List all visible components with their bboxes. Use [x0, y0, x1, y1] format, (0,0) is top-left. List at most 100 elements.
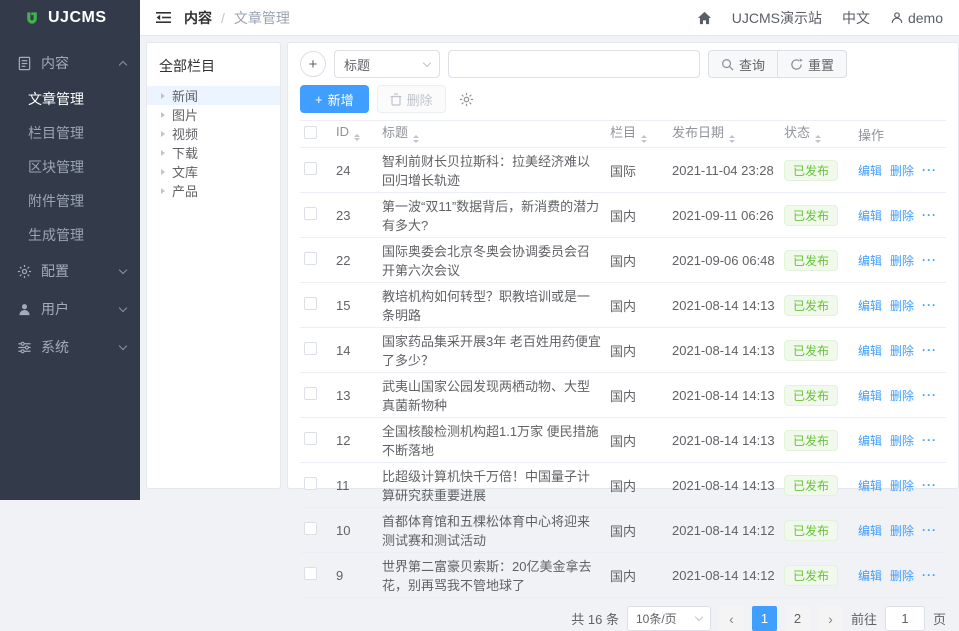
goto-page-input[interactable] [885, 606, 925, 631]
more-actions-icon[interactable]: ··· [922, 433, 937, 447]
language-switch[interactable]: 中文 [842, 8, 870, 28]
sidebar-subitem-文章管理[interactable]: 文章管理 [0, 82, 140, 116]
sort-icon[interactable] [354, 131, 360, 145]
sort-icon[interactable] [413, 132, 419, 146]
caret-right-icon[interactable] [161, 112, 165, 118]
edit-link[interactable]: 编辑 [858, 297, 882, 314]
delete-link[interactable]: 删除 [890, 432, 914, 449]
cell-title[interactable]: 首都体育馆和五棵松体育中心将迎来测试赛和测试活动 [378, 508, 606, 553]
delete-link[interactable]: 删除 [890, 567, 914, 584]
site-name-link[interactable]: UJCMS演示站 [732, 8, 822, 28]
tree-item-产品[interactable]: 产品 [147, 181, 280, 200]
edit-link[interactable]: 编辑 [858, 252, 882, 269]
channel-tree-title[interactable]: 全部栏目 [147, 54, 280, 86]
caret-right-icon[interactable] [161, 188, 165, 194]
delete-link[interactable]: 删除 [890, 342, 914, 359]
row-checkbox[interactable] [304, 342, 317, 355]
column-header-栏目[interactable]: 栏目 [606, 121, 668, 148]
select-all-checkbox[interactable] [304, 126, 317, 139]
sidebar-item-用户[interactable]: 用户 [0, 290, 140, 328]
user-menu[interactable]: demo [890, 10, 943, 26]
sidebar-item-系统[interactable]: 系统 [0, 328, 140, 366]
column-header-标题[interactable]: 标题 [378, 121, 606, 148]
more-actions-icon[interactable]: ··· [922, 298, 937, 312]
row-checkbox[interactable] [304, 207, 317, 220]
delete-selected-button[interactable]: 删除 [377, 85, 446, 113]
sidebar-fold-icon[interactable] [152, 7, 174, 29]
cell-title[interactable]: 全国核酸检测机构超1.1万家 便民措施不断落地 [378, 418, 606, 463]
edit-link[interactable]: 编辑 [858, 387, 882, 404]
page-size-select[interactable]: 10条/页 [627, 606, 711, 631]
sort-icon[interactable] [729, 132, 735, 146]
row-checkbox[interactable] [304, 387, 317, 400]
cell-title[interactable]: 国际奥委会北京冬奥会协调委员会召开第六次会议 [378, 238, 606, 283]
add-filter-button[interactable]: + [300, 51, 326, 77]
more-actions-icon[interactable]: ··· [922, 388, 937, 402]
breadcrumb-section[interactable]: 内容 [184, 8, 212, 28]
reset-button[interactable]: 重置 [777, 51, 846, 77]
delete-link[interactable]: 删除 [890, 162, 914, 179]
more-actions-icon[interactable]: ··· [922, 478, 937, 492]
cell-title[interactable]: 世界第二富豪贝索斯：20亿美金拿去花，别再骂我不管地球了 [378, 553, 606, 598]
next-page-button[interactable]: › [818, 606, 843, 631]
search-button[interactable]: 查询 [709, 51, 777, 77]
row-checkbox[interactable] [304, 432, 317, 445]
sidebar-subitem-附件管理[interactable]: 附件管理 [0, 184, 140, 218]
edit-link[interactable]: 编辑 [858, 477, 882, 494]
more-actions-icon[interactable]: ··· [922, 163, 937, 177]
delete-link[interactable]: 删除 [890, 207, 914, 224]
sidebar-item-内容[interactable]: 内容 [0, 44, 140, 82]
row-checkbox[interactable] [304, 522, 317, 535]
cell-title[interactable]: 教培机构如何转型？职教培训或是一条明路 [378, 283, 606, 328]
cell-title[interactable]: 智利前财长贝拉斯科：拉美经济难以回归增长轨迹 [378, 148, 606, 193]
delete-link[interactable]: 删除 [890, 477, 914, 494]
row-checkbox[interactable] [304, 477, 317, 490]
row-checkbox[interactable] [304, 567, 317, 580]
cell-title[interactable]: 国家药品集采开展3年 老百姓用药便宜了多少？ [378, 328, 606, 373]
column-settings-button[interactable] [454, 86, 480, 112]
sidebar-subitem-区块管理[interactable]: 区块管理 [0, 150, 140, 184]
logo[interactable]: UJCMS [0, 0, 140, 36]
sort-icon[interactable] [815, 132, 821, 146]
tree-item-下载[interactable]: 下载 [147, 143, 280, 162]
row-checkbox[interactable] [304, 162, 317, 175]
edit-link[interactable]: 编辑 [858, 432, 882, 449]
edit-link[interactable]: 编辑 [858, 567, 882, 584]
delete-link[interactable]: 删除 [890, 387, 914, 404]
row-checkbox[interactable] [304, 252, 317, 265]
tree-item-视频[interactable]: 视频 [147, 124, 280, 143]
row-checkbox[interactable] [304, 297, 317, 310]
page-button-2[interactable]: 2 [785, 606, 810, 631]
sidebar-subitem-生成管理[interactable]: 生成管理 [0, 218, 140, 252]
filter-field-select[interactable]: 标题 [334, 50, 440, 78]
add-article-button[interactable]: + 新增 [300, 85, 369, 113]
home-icon[interactable] [697, 11, 712, 25]
tree-item-图片[interactable]: 图片 [147, 105, 280, 124]
caret-right-icon[interactable] [161, 93, 165, 99]
edit-link[interactable]: 编辑 [858, 162, 882, 179]
tree-item-文库[interactable]: 文库 [147, 162, 280, 181]
edit-link[interactable]: 编辑 [858, 342, 882, 359]
page-button-1[interactable]: 1 [752, 606, 777, 631]
column-header-ID[interactable]: ID [332, 121, 378, 148]
sidebar-subitem-栏目管理[interactable]: 栏目管理 [0, 116, 140, 150]
delete-link[interactable]: 删除 [890, 297, 914, 314]
caret-right-icon[interactable] [161, 169, 165, 175]
column-header-发布日期[interactable]: 发布日期 [668, 121, 780, 148]
more-actions-icon[interactable]: ··· [922, 208, 937, 222]
caret-right-icon[interactable] [161, 150, 165, 156]
more-actions-icon[interactable]: ··· [922, 523, 937, 537]
cell-title[interactable]: 武夷山国家公园发现两栖动物、大型真菌新物种 [378, 373, 606, 418]
more-actions-icon[interactable]: ··· [922, 568, 937, 582]
tree-item-新闻[interactable]: 新闻 [147, 86, 280, 105]
delete-link[interactable]: 删除 [890, 522, 914, 539]
cell-title[interactable]: 第一波“双11”数据背后，新消费的潜力有多大? [378, 193, 606, 238]
more-actions-icon[interactable]: ··· [922, 343, 937, 357]
more-actions-icon[interactable]: ··· [922, 253, 937, 267]
cell-title[interactable]: 比超级计算机快千万倍！中国量子计算研究获重要进展 [378, 463, 606, 508]
prev-page-button[interactable]: ‹ [719, 606, 744, 631]
delete-link[interactable]: 删除 [890, 252, 914, 269]
sort-icon[interactable] [641, 132, 647, 146]
edit-link[interactable]: 编辑 [858, 207, 882, 224]
edit-link[interactable]: 编辑 [858, 522, 882, 539]
